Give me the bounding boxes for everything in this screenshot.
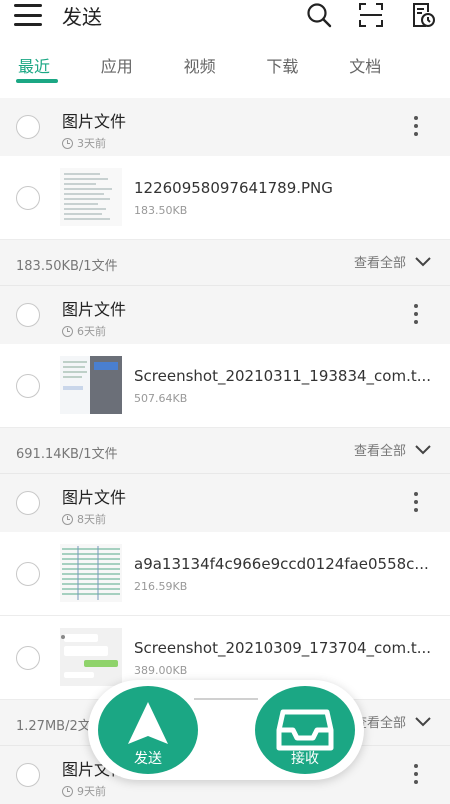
category-tabs: 最近 应用 视频 下载 文档 — [0, 30, 450, 98]
group-title: 图片文件 — [62, 488, 127, 507]
file-row[interactable]: a9a13134f4c966e9ccd0124fae0558c... 216.5… — [0, 532, 450, 616]
scan-icon[interactable] — [358, 2, 384, 28]
send-receive-bar: 发送 接收 — [88, 680, 364, 780]
group-header[interactable]: 图片文件 6天前 — [0, 286, 450, 344]
file-size: 389.00KB — [134, 664, 188, 677]
file-select-radio[interactable] — [16, 186, 40, 210]
chevron-down-icon — [415, 716, 431, 726]
tab-videos[interactable]: 视频 — [184, 51, 267, 77]
receive-label: 接收 — [291, 751, 319, 767]
receive-button[interactable]: 接收 — [255, 686, 355, 774]
more-options-icon[interactable] — [414, 764, 418, 784]
group-summary: 183.50KB/1文件 查看全部 — [0, 240, 450, 286]
group-time: 9天前 — [77, 785, 106, 798]
group-time: 8天前 — [77, 513, 106, 526]
tab-apps[interactable]: 应用 — [101, 51, 184, 77]
clock-icon — [62, 325, 73, 337]
file-name: 12260958097641789.PNG — [134, 179, 333, 197]
page-title: 发送 — [62, 4, 102, 29]
group-header[interactable]: 图片文件 3天前 — [0, 98, 450, 156]
file-thumbnail — [60, 168, 122, 226]
group-select-radio[interactable] — [16, 763, 40, 787]
clock-icon — [62, 137, 73, 149]
file-thumbnail — [60, 544, 122, 602]
file-name: Screenshot_20210311_193834_com.t... — [134, 367, 432, 385]
send-label: 发送 — [134, 751, 162, 767]
view-all-button[interactable]: 查看全部 — [354, 712, 432, 731]
group-summary: 691.14KB/1文件 查看全部 — [0, 428, 450, 474]
group-title: 图片文件 — [62, 300, 127, 319]
file-name: Screenshot_20210309_173704_com.t... — [134, 639, 432, 657]
file-select-radio[interactable] — [16, 646, 40, 670]
tab-recent[interactable]: 最近 — [16, 51, 101, 83]
file-row[interactable]: Screenshot_20210311_193834_com.t... 507.… — [0, 344, 450, 428]
search-icon[interactable] — [306, 2, 332, 28]
file-size: 216.59KB — [134, 580, 188, 593]
group-time: 6天前 — [77, 325, 106, 338]
group-header[interactable]: 图片文件 8天前 — [0, 474, 450, 532]
clock-icon — [62, 785, 73, 797]
top-bar: 发送 — [0, 0, 450, 30]
file-row[interactable]: 12260958097641789.PNG 183.50KB — [0, 156, 450, 240]
file-select-radio[interactable] — [16, 562, 40, 586]
more-options-icon[interactable] — [414, 116, 418, 136]
chevron-down-icon — [415, 444, 431, 454]
menu-icon[interactable] — [14, 4, 42, 26]
file-size: 507.64KB — [134, 392, 188, 405]
file-size: 183.50KB — [134, 204, 188, 217]
view-all-button[interactable]: 查看全部 — [354, 252, 432, 271]
bar-divider — [194, 698, 258, 700]
summary-text: 183.50KB/1文件 — [16, 259, 118, 274]
view-all-button[interactable]: 查看全部 — [354, 440, 432, 459]
group-title: 图片文件 — [62, 112, 127, 131]
history-icon[interactable] — [410, 2, 436, 28]
tab-documents[interactable]: 文档 — [349, 51, 432, 77]
file-name: a9a13134f4c966e9ccd0124fae0558c... — [134, 555, 429, 573]
more-options-icon[interactable] — [414, 492, 418, 512]
send-button[interactable]: 发送 — [98, 686, 198, 774]
summary-text: 691.14KB/1文件 — [16, 447, 118, 462]
chevron-down-icon — [415, 256, 431, 266]
tab-downloads[interactable]: 下载 — [266, 51, 349, 77]
top-actions — [306, 0, 436, 30]
group-select-radio[interactable] — [16, 303, 40, 327]
file-thumbnail — [60, 356, 122, 414]
clock-icon — [62, 513, 73, 525]
tab-underline — [16, 79, 58, 83]
group-select-radio[interactable] — [16, 491, 40, 515]
group-time: 3天前 — [77, 137, 106, 150]
more-options-icon[interactable] — [414, 304, 418, 324]
group-select-radio[interactable] — [16, 115, 40, 139]
file-thumbnail — [60, 628, 122, 686]
file-select-radio[interactable] — [16, 374, 40, 398]
